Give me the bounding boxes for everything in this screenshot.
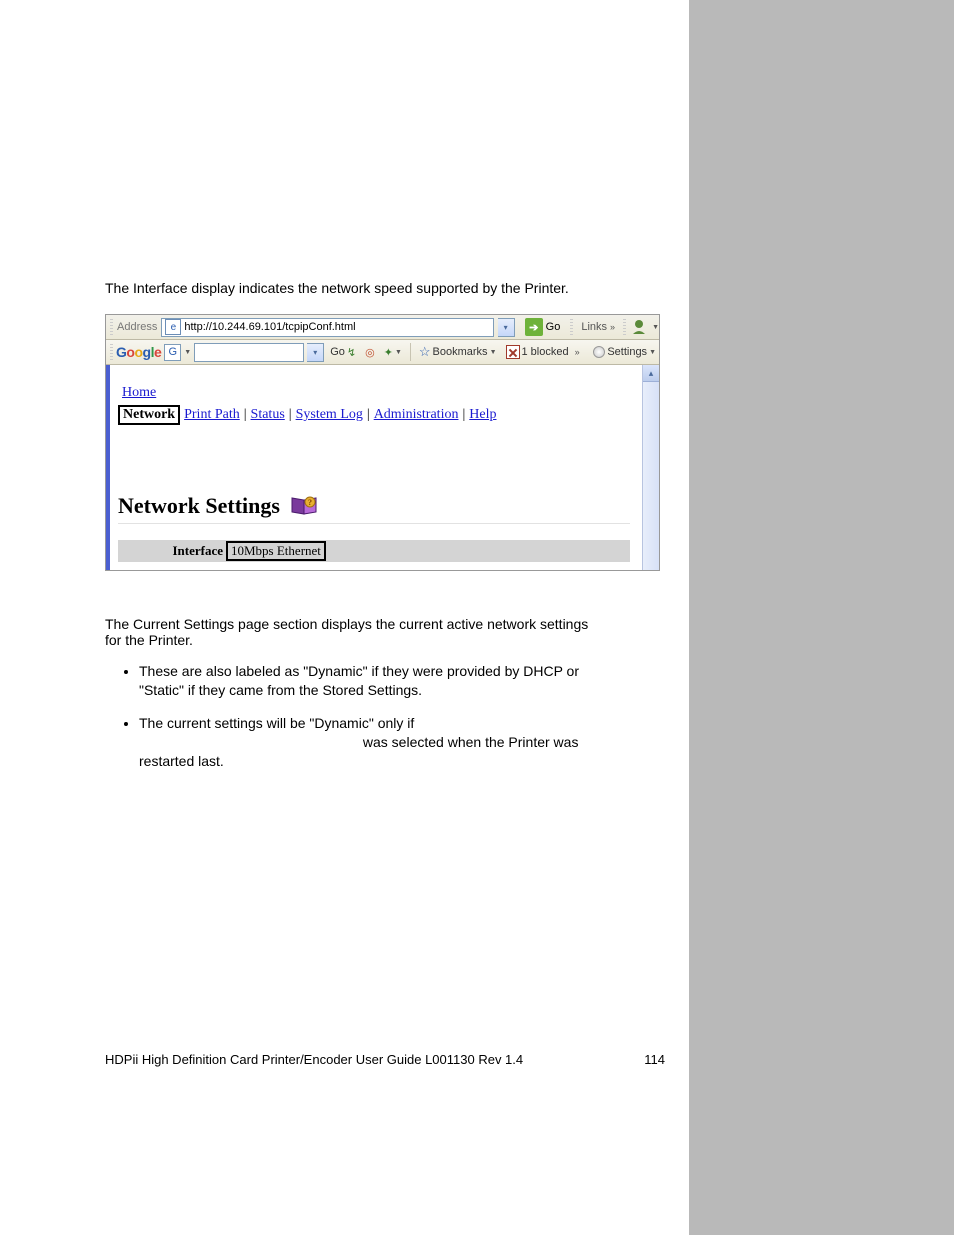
book-help-icon[interactable]: ? [290, 494, 320, 518]
browser-screenshot: Address e http://10.244.69.101/tcpipConf… [105, 314, 660, 571]
address-bar: Address e http://10.244.69.101/tcpipConf… [106, 315, 659, 340]
paragraph-current-settings: The Current Settings page section displa… [105, 616, 605, 648]
ie-page-icon: e [165, 319, 181, 335]
toolbar-separator [410, 343, 411, 361]
nav-help-link[interactable]: Help [469, 407, 496, 423]
toolbar-grip [110, 319, 113, 335]
toolbar-grip-3 [623, 319, 626, 335]
scroll-up-button[interactable]: ▴ [643, 365, 659, 382]
document-page: The Interface display indicates the netw… [0, 0, 690, 824]
links-label: Links [581, 321, 607, 333]
footer-title: HDPii High Definition Card Printer/Encod… [105, 1052, 523, 1067]
page-footer: HDPii High Definition Card Printer/Encod… [105, 1052, 665, 1067]
chevron-right-icon: » [610, 322, 615, 332]
go-button[interactable]: ➔ Go [519, 318, 567, 336]
dropdown-arrow-icon-2[interactable]: ▼ [184, 349, 191, 356]
settings-icon [593, 346, 605, 358]
google-news-icon[interactable]: ◎ [362, 346, 378, 359]
google-logo: Google [116, 344, 161, 360]
google-search-dropdown[interactable]: ▾ [307, 343, 324, 362]
google-g-button[interactable]: G [164, 344, 181, 361]
svg-text:?: ? [308, 498, 312, 507]
dropdown-arrow-icon[interactable]: ▼ [652, 324, 659, 331]
nav-network-tab[interactable]: Network [118, 405, 180, 425]
google-go-button[interactable]: Go ↯ [327, 346, 359, 359]
page-content: Home Network Print Path| Status| System … [106, 365, 642, 570]
intro-text: The Interface display indicates the netw… [105, 280, 605, 296]
page-heading: Network Settings [118, 493, 280, 519]
go-label: Go [546, 321, 561, 333]
address-url: http://10.244.69.101/tcpipConf.html [184, 321, 355, 333]
bullet-dynamic-static: These are also labeled as "Dynamic" if t… [139, 662, 605, 700]
google-tools-icon[interactable]: ✦▼ [381, 346, 405, 359]
interface-value: 10Mbps Ethernet [226, 541, 326, 561]
go-arrow-icon: ➔ [525, 318, 543, 336]
nav-administration-link[interactable]: Administration [374, 407, 459, 423]
settings-button[interactable]: Settings▼ [590, 346, 659, 358]
address-dropdown[interactable]: ▾ [498, 318, 515, 337]
bookmarks-button[interactable]: ☆Bookmarks▼ [416, 344, 500, 360]
address-label: Address [117, 321, 157, 333]
toolbar-grip-2 [570, 319, 573, 335]
interface-label: Interface [118, 543, 226, 559]
right-gray-margin [689, 0, 954, 1235]
blocked-button[interactable]: 1 blocked [503, 345, 572, 359]
chevron-right-icon-2[interactable]: » [575, 347, 580, 357]
bullet-list: These are also labeled as "Dynamic" if t… [105, 662, 605, 770]
nav-tabs: Network Print Path| Status| System Log| … [118, 405, 630, 425]
popup-blocked-icon [506, 345, 520, 359]
google-toolbar: Google G▼ ▾ Go ↯ ◎ ✦▼ ☆Bookmarks▼ 1 bloc… [106, 340, 659, 365]
nav-system-log-link[interactable]: System Log [296, 407, 363, 423]
messenger-icon[interactable] [630, 318, 648, 336]
vertical-scrollbar[interactable]: ▴ [642, 365, 659, 570]
interface-row: Interface 10Mbps Ethernet [118, 540, 630, 562]
star-icon: ☆ [419, 344, 431, 360]
nav-home-link[interactable]: Home [122, 385, 156, 400]
toolbar-grip-4 [110, 344, 113, 360]
bullet-dynamic-only: The current settings will be "Dynamic" o… [139, 714, 605, 771]
nav-status-link[interactable]: Status [251, 407, 285, 423]
page-number: 114 [644, 1052, 665, 1067]
address-field[interactable]: e http://10.244.69.101/tcpipConf.html [161, 318, 493, 337]
google-search-input[interactable] [194, 343, 304, 362]
nav-print-path-link[interactable]: Print Path [184, 407, 240, 423]
links-menu[interactable]: Links » [577, 321, 619, 333]
